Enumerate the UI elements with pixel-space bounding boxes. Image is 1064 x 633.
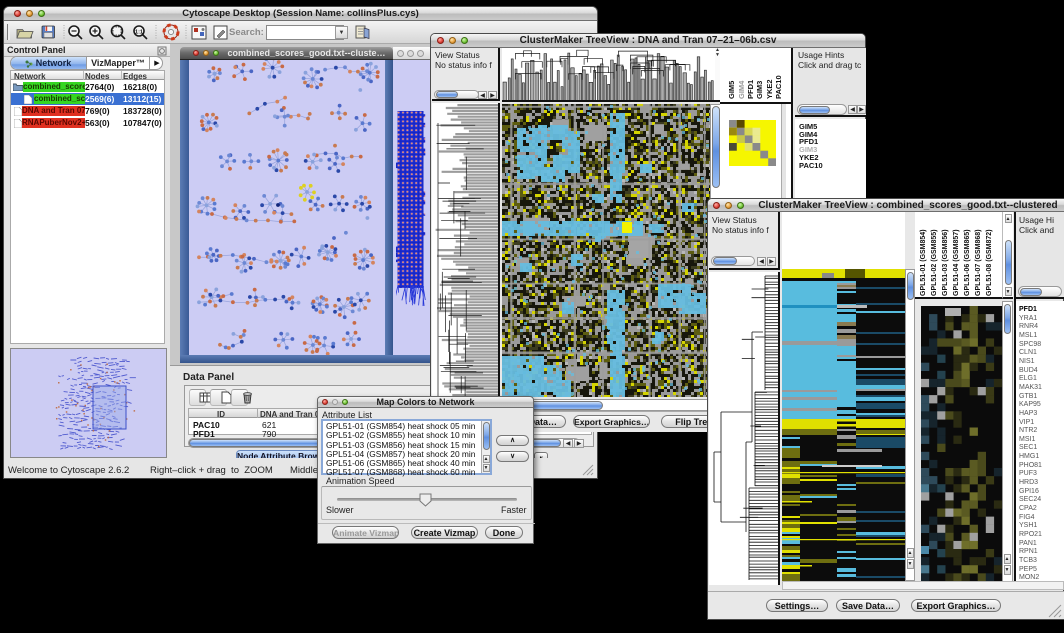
svg-text:GIM4: GIM4 bbox=[737, 80, 746, 99]
svg-text:GPL51-06 (GSM865): GPL51-06 (GSM865) bbox=[964, 229, 971, 296]
svg-text:GPL51-02 (GSM855): GPL51-02 (GSM855) bbox=[931, 229, 938, 296]
svg-text:YKE2: YKE2 bbox=[765, 79, 774, 99]
svg-text:1:1: 1:1 bbox=[135, 30, 143, 36]
svg-text:GPL51-07 (GSM868): GPL51-07 (GSM868) bbox=[975, 229, 982, 296]
svg-text:GPL51-04 (GSM857): GPL51-04 (GSM857) bbox=[953, 229, 960, 296]
svg-text:PAC10: PAC10 bbox=[774, 75, 783, 99]
svg-text:GPL51-03 (GSM856): GPL51-03 (GSM856) bbox=[942, 229, 949, 296]
svg-text:GIM5: GIM5 bbox=[727, 81, 736, 99]
svg-text:GIM3: GIM3 bbox=[755, 81, 764, 99]
svg-text:GPL51-01 (GSM854): GPL51-01 (GSM854) bbox=[920, 229, 927, 296]
svg-text:PFD1: PFD1 bbox=[746, 80, 755, 99]
svg-text:GPL51-08 (GSM872): GPL51-08 (GSM872) bbox=[986, 229, 993, 296]
